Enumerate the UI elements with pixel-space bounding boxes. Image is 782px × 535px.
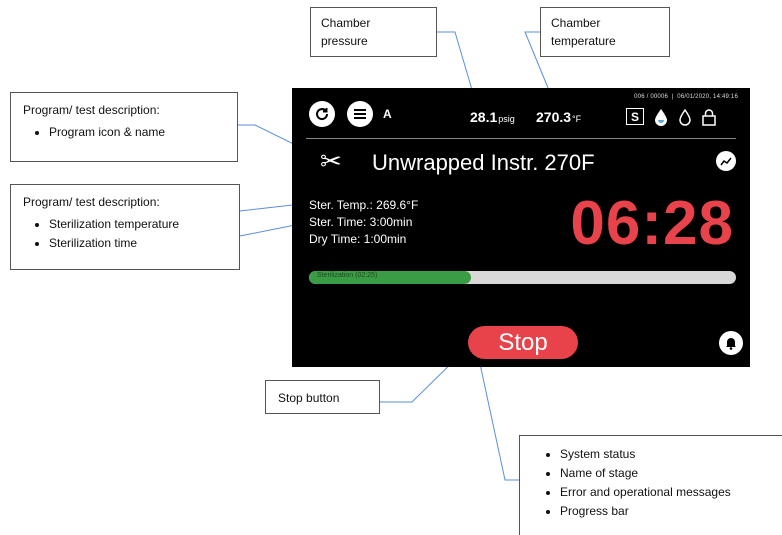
chart-icon[interactable] xyxy=(716,151,736,171)
cycle-info: 006 / 00006 | 06/01/2020, 14:49:16 xyxy=(634,94,738,100)
device-screen: A 28.1psig 270.3°F 006 / 00006 | 06/01/2… xyxy=(292,88,750,367)
stop-button[interactable]: Stop xyxy=(468,326,578,359)
callout-stop-button: Stop button xyxy=(265,380,380,414)
s-status-icon: S xyxy=(626,108,644,125)
info-separator: | xyxy=(669,94,676,100)
dry-time: Dry Time: 1:00min xyxy=(309,232,407,246)
lock-icon xyxy=(702,109,716,126)
scissors-icon: ✂ xyxy=(320,146,342,176)
cycle-number: 006 / 00006 xyxy=(634,94,669,100)
callout-program-icon: Program/ test description: Program icon … xyxy=(10,92,238,162)
temperature-unit: °F xyxy=(572,114,582,124)
bell-icon[interactable] xyxy=(719,331,743,355)
callout-chamber-temperature: Chamber temperature xyxy=(540,7,670,57)
callout-system-status: System status Name of stage Error and op… xyxy=(519,435,782,535)
program-name: Unwrapped Instr. 270F xyxy=(372,150,595,175)
callout-temp-line1: Chamber xyxy=(551,16,601,30)
ster-temp: Ster. Temp.: 269.6°F xyxy=(309,198,419,212)
callout-pressure-line2: pressure xyxy=(321,34,368,48)
pressure-value: 28.1 xyxy=(470,109,498,125)
callout-program-icon-title: Program/ test description: xyxy=(23,103,160,117)
callout-pressure-line1: Chamber xyxy=(321,16,371,30)
countdown-timer: 06:28 xyxy=(570,189,734,258)
mode-label: A xyxy=(383,107,392,121)
callout-status-item: Error and operational messages xyxy=(560,483,772,501)
callout-program-params-item: Sterilization temperature xyxy=(49,215,227,233)
callout-status-item: Name of stage xyxy=(560,464,772,482)
callout-chamber-pressure: Chamber pressure xyxy=(310,7,437,57)
water-drop-filled-icon xyxy=(655,109,667,126)
callout-status-item: System status xyxy=(560,445,772,463)
callout-program-icon-item: Program icon & name xyxy=(49,123,225,141)
progress-bar: Sterilization (02:25) xyxy=(309,271,736,284)
refresh-icon[interactable] xyxy=(309,101,335,127)
progress-label: Sterilization (02:25) xyxy=(317,272,378,279)
temperature-value: 270.3 xyxy=(536,109,572,125)
menu-icon[interactable] xyxy=(347,101,373,127)
ster-time: Ster. Time: 3:00min xyxy=(309,215,413,229)
chamber-pressure-readout: 28.1psig xyxy=(470,109,515,125)
callout-stop-label: Stop button xyxy=(278,391,340,405)
callout-temp-line2: temperature xyxy=(551,34,616,48)
callout-program-params: Program/ test description: Sterilization… xyxy=(10,184,240,270)
callout-program-params-title: Program/ test description: xyxy=(23,195,160,209)
pressure-unit: psig xyxy=(498,114,515,124)
callout-status-item: Progress bar xyxy=(560,502,772,520)
datetime: 06/01/2020, 14:49:16 xyxy=(677,94,738,100)
header-divider xyxy=(306,138,736,139)
chamber-temperature-readout: 270.3°F xyxy=(536,109,581,125)
water-drop-outline-icon xyxy=(679,108,691,126)
callout-program-params-item: Sterilization time xyxy=(49,234,227,252)
